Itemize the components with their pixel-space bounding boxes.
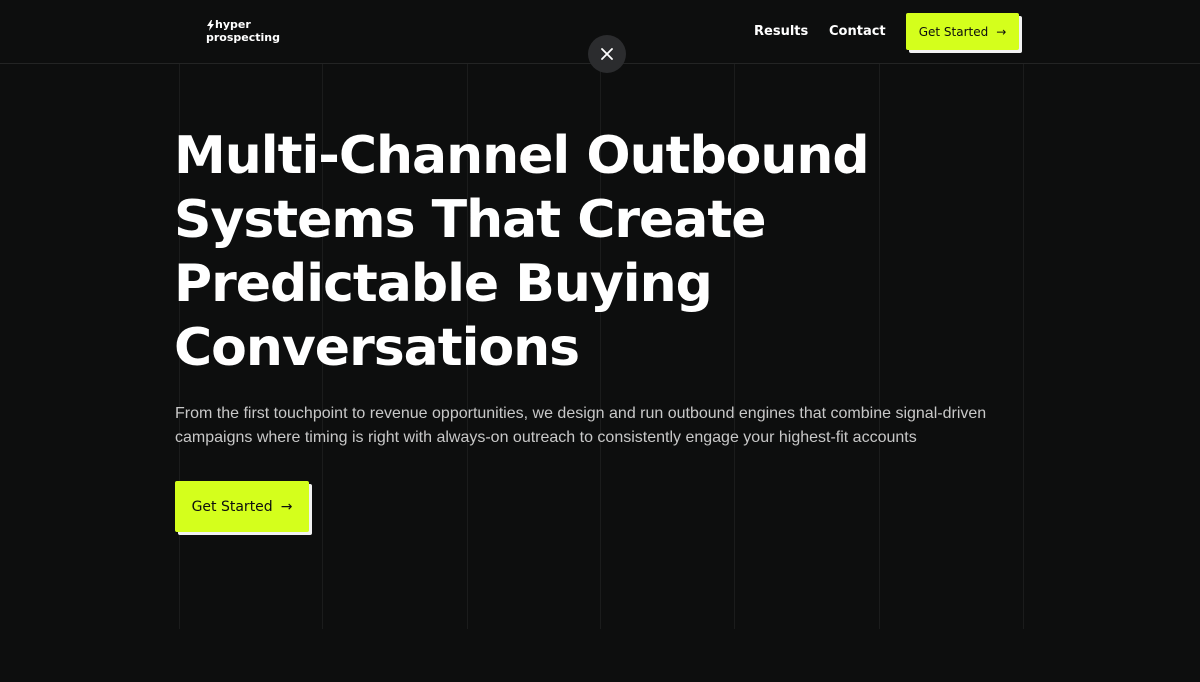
close-button[interactable] [588,35,626,73]
hero-title-line: Systems That Create [174,190,767,250]
logo-text-line2: prospecting [206,31,280,44]
arrow-right-icon: → [280,498,293,515]
nav-link-results[interactable]: Results [754,24,808,40]
hero-title-line: Predictable Buying [174,254,713,314]
close-icon [601,48,613,60]
bolt-icon [207,20,214,31]
hero-title: Multi-Channel Outbound Systems That Crea… [174,124,1074,380]
hero-description: From the first touchpoint to revenue opp… [175,405,987,446]
hero-title-line: Multi-Channel Outbound [174,126,870,186]
logo[interactable]: hyper prospecting [206,19,286,49]
arrow-right-icon: → [996,24,1007,39]
logo-text-line1: hyper [215,18,251,31]
header-get-started-button[interactable]: Get Started → [906,13,1019,50]
hero-get-started-button[interactable]: Get Started → [175,481,309,532]
hero-title-line: Conversations [174,318,580,378]
hero-get-started-label: Get Started [191,498,273,515]
nav-link-contact[interactable]: Contact [829,24,886,40]
page: hyper prospecting Results Contact Get St… [0,0,1200,682]
header-get-started-label: Get Started [918,24,989,39]
